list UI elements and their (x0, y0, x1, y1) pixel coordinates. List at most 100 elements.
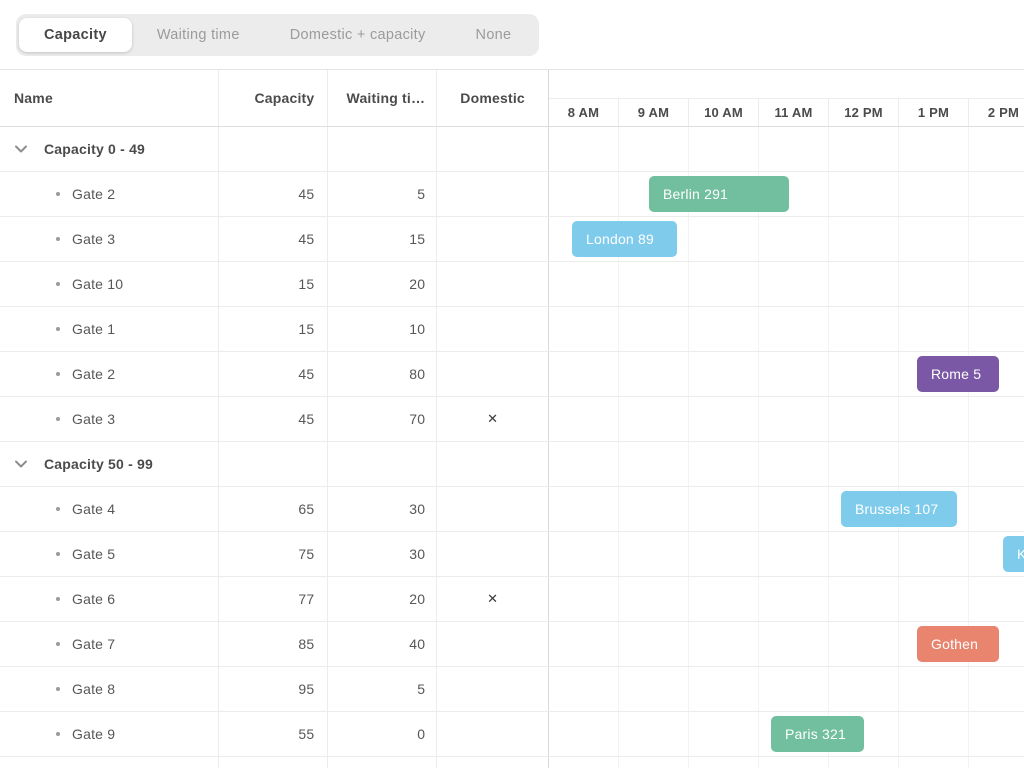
schedule-row[interactable] (549, 442, 1024, 486)
name-cell: Gate 9 (0, 712, 219, 756)
gate-row[interactable]: Gate 78540Gothen (0, 622, 1024, 667)
domestic-cell (437, 217, 548, 261)
schedule-row[interactable]: Gothen (549, 622, 1024, 666)
schedule-row[interactable]: London 89 (549, 217, 1024, 261)
row-left-pane: Gate 2455 (0, 172, 549, 216)
schedule-cell (549, 757, 619, 768)
schedule-cell (899, 577, 969, 621)
domestic-cross-icon: ✕ (437, 397, 548, 441)
grid-body: Capacity 0 - 49Gate 2455Berlin 291Gate 3… (0, 127, 1024, 768)
schedule-row[interactable] (549, 577, 1024, 621)
row-left-pane (0, 757, 549, 768)
domestic-cell (437, 442, 548, 486)
schedule-row[interactable]: Paris 321 (549, 712, 1024, 756)
group-row[interactable]: Capacity 50 - 99 (0, 442, 1024, 487)
event-bar-rome-5[interactable]: Rome 5 (917, 356, 999, 392)
column-header-waiting-time[interactable]: Waiting ti… (328, 70, 437, 126)
waiting-time-cell: 5 (328, 172, 437, 216)
row-left-pane: Capacity 50 - 99 (0, 442, 549, 486)
capacity-cell: 45 (219, 172, 329, 216)
name-cell: Gate 3 (0, 397, 219, 441)
event-bar-k[interactable]: K (1003, 536, 1024, 572)
gate-name: Gate 5 (72, 546, 115, 562)
leaf-bullet-icon (56, 597, 60, 601)
capacity-cell: 77 (219, 577, 329, 621)
gate-row[interactable]: Gate 101520 (0, 262, 1024, 307)
schedule-cell (759, 352, 829, 396)
schedule-cell (759, 442, 829, 486)
gate-row[interactable]: Gate 9550 Paris 321 (0, 712, 1024, 757)
schedule-cell (619, 712, 689, 756)
view-mode-waiting-time[interactable]: Waiting time (132, 18, 265, 52)
schedule-row[interactable] (549, 262, 1024, 306)
capacity-cell: 45 (219, 397, 329, 441)
schedule-cell (899, 532, 969, 576)
schedule-row[interactable] (549, 397, 1024, 441)
schedule-row[interactable] (549, 127, 1024, 171)
schedule-cell (829, 532, 899, 576)
event-bar-brussels-107[interactable]: Brussels 107 (841, 491, 957, 527)
domestic-cell (437, 712, 548, 756)
schedule-row[interactable] (549, 307, 1024, 351)
schedule-cell (759, 262, 829, 306)
capacity-cell: 15 (219, 307, 329, 351)
leaf-bullet-icon (56, 417, 60, 421)
column-header-name[interactable]: Name (0, 70, 219, 126)
schedule-cell (899, 397, 969, 441)
schedule-row[interactable]: Berlin 291 (549, 172, 1024, 216)
schedule-cell (969, 127, 1024, 171)
schedule-row[interactable]: K (549, 532, 1024, 576)
column-header-capacity[interactable]: Capacity (219, 70, 329, 126)
schedule-row[interactable]: Brussels 107 (549, 487, 1024, 531)
schedule-cell (899, 172, 969, 216)
gate-name: Gate 1 (72, 321, 115, 337)
event-bar-paris-321[interactable]: Paris 321 (771, 716, 864, 752)
row-left-pane: Gate 9550 (0, 712, 549, 756)
gate-row[interactable]: Gate 8955 (0, 667, 1024, 712)
schedule-row[interactable]: Rome 5 (549, 352, 1024, 396)
gate-row[interactable]: Gate 34570✕ (0, 397, 1024, 442)
row-left-pane: Gate 11510 (0, 307, 549, 351)
schedule-cell (689, 532, 759, 576)
column-header-domestic[interactable]: Domestic (437, 70, 548, 126)
time-axis-header: 8 AM9 AM10 AM11 AM12 PM1 PM2 PM (549, 70, 1024, 126)
row-left-pane: Gate 67720✕ (0, 577, 549, 621)
gate-name: Gate 2 (72, 366, 115, 382)
event-bar-gothen[interactable]: Gothen (917, 626, 999, 662)
view-mode-capacity[interactable]: Capacity (19, 18, 132, 52)
chevron-down-icon[interactable] (14, 145, 28, 154)
schedule-cell (619, 487, 689, 531)
schedule-cell (549, 262, 619, 306)
name-cell: Gate 8 (0, 667, 219, 711)
group-row[interactable]: Capacity 0 - 49 (0, 127, 1024, 172)
schedule-cell (619, 667, 689, 711)
event-label: Paris 321 (785, 726, 846, 742)
gate-row[interactable]: Gate 46530Brussels 107 (0, 487, 1024, 532)
schedule-cell (689, 217, 759, 261)
gate-row[interactable]: Gate 11510 (0, 307, 1024, 352)
gate-row[interactable]: Gate 57530K (0, 532, 1024, 577)
view-mode-none[interactable]: None (451, 18, 537, 52)
domestic-cell (437, 757, 548, 768)
domestic-cell (437, 622, 548, 666)
gate-row[interactable]: Gate 34515London 89 (0, 217, 1024, 262)
gate-row[interactable]: Gate 24580Rome 5 (0, 352, 1024, 397)
schedule-cell (689, 127, 759, 171)
gate-row[interactable]: Gate 2455 Berlin 291 (0, 172, 1024, 217)
group-title: Capacity 50 - 99 (44, 456, 153, 472)
gate-row[interactable]: Gate 67720✕ (0, 577, 1024, 622)
schedule-row[interactable] (549, 667, 1024, 711)
event-bar-london-89[interactable]: London 89 (572, 221, 677, 257)
schedule-cell (899, 262, 969, 306)
schedule-row[interactable] (549, 757, 1024, 768)
chevron-down-icon[interactable] (14, 460, 28, 469)
capacity-cell: 85 (219, 622, 329, 666)
view-mode-domestic-capacity[interactable]: Domestic + capacity (265, 18, 451, 52)
schedule-cell (689, 442, 759, 486)
schedule-cell (829, 352, 899, 396)
name-cell: Gate 4 (0, 487, 219, 531)
waiting-time-cell: 70 (328, 397, 437, 441)
empty-row (0, 757, 1024, 768)
event-bar-berlin-291[interactable]: Berlin 291 (649, 176, 789, 212)
gate-name: Gate 6 (72, 591, 115, 607)
